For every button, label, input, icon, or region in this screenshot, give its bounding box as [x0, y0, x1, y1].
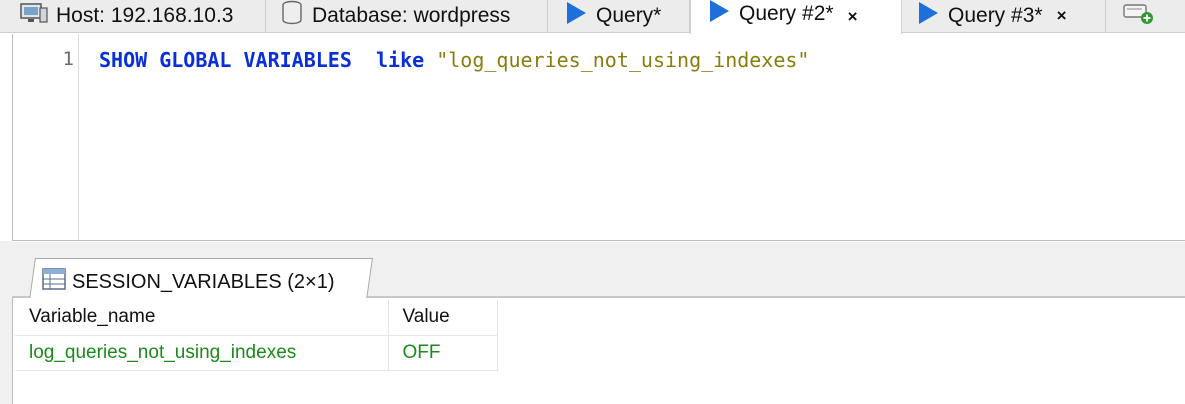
line-number-gutter: 1	[13, 34, 79, 240]
tab-query-label: Query*	[596, 4, 662, 27]
table-row[interactable]: log_queries_not_using_indexes OFF	[15, 335, 498, 371]
tab-query-3[interactable]: Query #3* ×	[902, 0, 1106, 32]
new-query-tab-button[interactable]	[1106, 0, 1185, 32]
header-row: Variable_name Value	[15, 300, 498, 336]
tab-query-3-label: Query #3*	[948, 4, 1043, 27]
cell-value[interactable]: OFF	[388, 335, 498, 371]
result-tab-label: SESSION_VARIABLES (2×1)	[72, 270, 335, 293]
query-icon	[564, 0, 588, 32]
tab-database-label: Database: wordpress	[312, 4, 511, 27]
tab-database[interactable]: Database: wordpress	[266, 0, 548, 32]
query-icon	[916, 0, 940, 32]
database-icon	[280, 0, 304, 32]
column-header-value[interactable]: Value	[388, 300, 498, 336]
sql-editor[interactable]: 1 SHOW GLOBAL VARIABLES like "log_querie…	[12, 34, 1185, 241]
query-icon	[707, 0, 731, 30]
new-query-icon	[1122, 1, 1156, 31]
close-icon[interactable]: ×	[848, 7, 858, 27]
close-icon[interactable]: ×	[1057, 6, 1067, 26]
result-tab-strip: SESSION_VARIABLES (2×1)	[12, 242, 1185, 300]
tab-host-label: Host: 192.168.10.3	[56, 4, 234, 27]
table-icon	[42, 268, 66, 296]
tab-host[interactable]: Host: 192.168.10.3	[0, 0, 266, 32]
code-line[interactable]: SHOW GLOBAL VARIABLES like "log_queries_…	[99, 48, 809, 72]
sql-keyword: VARIABLES	[243, 48, 352, 72]
left-margin	[0, 241, 12, 404]
sql-string: "log_queries_not_using_indexes"	[436, 48, 810, 72]
result-grid[interactable]: Variable_name Value log_queries_not_usin…	[12, 298, 1185, 404]
sql-keyword: like	[375, 48, 425, 72]
tab-query-2-label: Query #2*	[739, 2, 834, 25]
tab-query-2[interactable]: Query #2* ×	[690, 0, 902, 34]
sql-keyword: SHOW	[99, 48, 148, 72]
cell-variable-name[interactable]: log_queries_not_using_indexes	[15, 335, 389, 371]
sql-keyword: GLOBAL	[159, 48, 232, 72]
line-number: 1	[62, 48, 74, 70]
result-table: Variable_name Value log_queries_not_usin…	[15, 300, 498, 371]
result-tab[interactable]: SESSION_VARIABLES (2×1)	[42, 266, 335, 298]
tab-query[interactable]: Query*	[548, 0, 690, 32]
query-tab-bar: Host: 192.168.10.3 Database: wordpress Q…	[0, 0, 1185, 34]
host-icon	[20, 2, 48, 30]
column-header-variable-name[interactable]: Variable_name	[15, 300, 389, 336]
